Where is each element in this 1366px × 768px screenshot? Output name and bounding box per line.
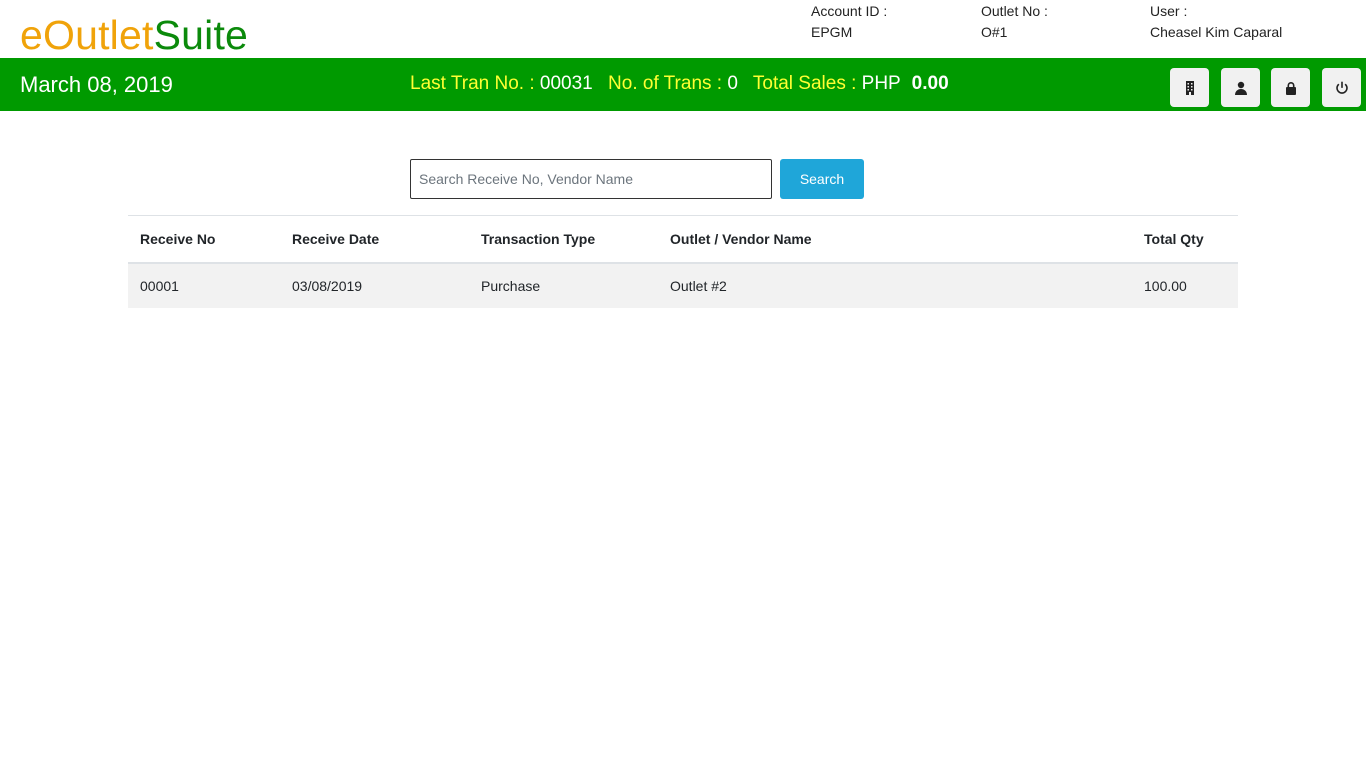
- building-button[interactable]: [1170, 68, 1209, 107]
- header-total-qty[interactable]: Total Qty: [1132, 215, 1238, 264]
- building-icon: [1185, 80, 1194, 95]
- account-id-value: EPGM: [811, 24, 853, 40]
- total-sales-label: Total Sales :: [752, 73, 857, 94]
- transaction-stats: Last Tran No. : 00031 No. of Trans : 0 T…: [410, 72, 949, 96]
- power-icon: [1335, 81, 1348, 94]
- account-info: Account ID : EPGM: [811, 3, 887, 41]
- search-input[interactable]: [410, 159, 772, 199]
- lock-icon: [1285, 81, 1296, 95]
- header-transaction-type[interactable]: Transaction Type: [469, 215, 658, 264]
- cell-outlet-vendor-name: Outlet #2: [658, 262, 1132, 308]
- cell-receive-date: 03/08/2019: [280, 262, 469, 308]
- header-outlet-vendor-name[interactable]: Outlet / Vendor Name: [658, 215, 1132, 264]
- account-id-label: Account ID :: [811, 3, 888, 19]
- header-receive-date[interactable]: Receive Date: [280, 215, 469, 264]
- lock-button[interactable]: [1271, 68, 1310, 107]
- header-receive-no[interactable]: Receive No: [128, 215, 280, 264]
- user-label: User :: [1150, 3, 1188, 19]
- cell-transaction-type: Purchase: [469, 262, 658, 308]
- search-button[interactable]: Search: [780, 159, 864, 199]
- no-of-trans-value: 0: [727, 73, 738, 94]
- last-tran-label: Last Tran No. :: [410, 73, 535, 94]
- table-row[interactable]: 00001 03/08/2019 Purchase Outlet #2 100.…: [128, 262, 1238, 308]
- brand-part-suite: Suite: [153, 12, 249, 58]
- last-tran-value: 00031: [539, 73, 593, 94]
- top-header: eOutletSuite Account ID : EPGM Outlet No…: [0, 0, 1366, 58]
- total-sales-value: 0.00: [911, 73, 949, 94]
- outlet-no-label: Outlet No :: [981, 3, 1048, 19]
- user-value: Cheasel Kim Caparal: [1150, 24, 1283, 40]
- user-icon: [1234, 81, 1247, 95]
- status-bar: March 08, 2019 Last Tran No. : 00031 No.…: [0, 58, 1366, 111]
- table-header-row: Receive No Receive Date Transaction Type…: [128, 215, 1238, 264]
- outlet-no-value: O#1: [981, 24, 1008, 40]
- current-date: March 08, 2019: [20, 72, 173, 97]
- currency-label: PHP: [861, 73, 901, 94]
- cell-total-qty: 100.00: [1132, 262, 1238, 308]
- power-button[interactable]: [1322, 68, 1361, 107]
- user-info: User : Cheasel Kim Caparal: [1150, 3, 1282, 41]
- no-of-trans-label: No. of Trans :: [608, 73, 723, 94]
- user-button[interactable]: [1221, 68, 1260, 107]
- cell-receive-no: 00001: [128, 262, 280, 308]
- brand-part-eoutlet: eOutlet: [20, 12, 154, 58]
- outlet-info: Outlet No : O#1: [981, 3, 1048, 41]
- brand-logo: eOutletSuite: [20, 12, 248, 58]
- receive-table: Receive No Receive Date Transaction Type…: [128, 215, 1238, 308]
